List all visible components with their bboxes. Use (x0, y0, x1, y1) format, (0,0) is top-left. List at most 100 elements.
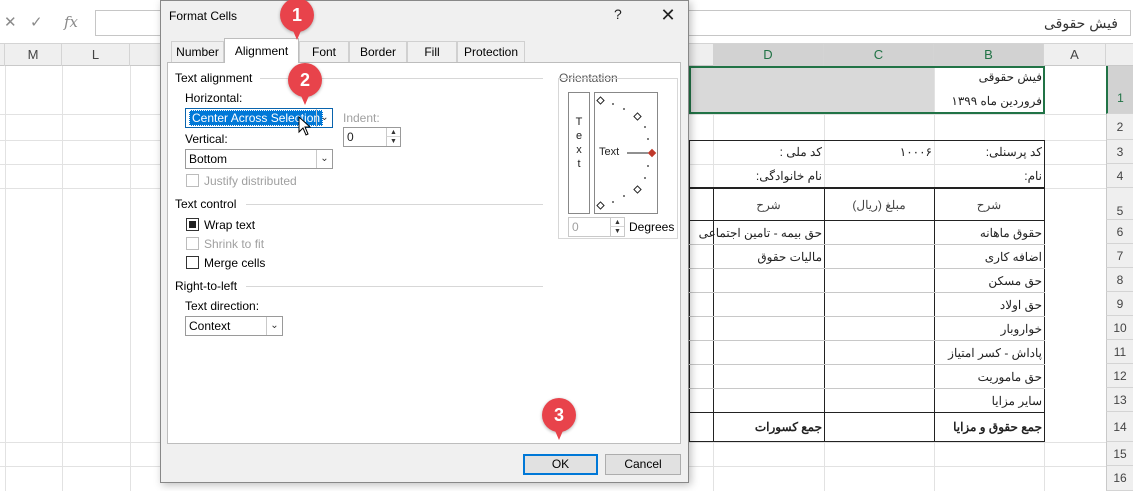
spin-down-icon[interactable]: ▼ (386, 137, 400, 146)
degrees-value: 0 (572, 220, 579, 234)
indent-value: 0 (347, 130, 354, 144)
close-icon[interactable]: ✕ (656, 3, 680, 27)
cell-personnel-code-label: کد پرسنلی: (985, 145, 1042, 159)
row-header-8[interactable]: 8 (1106, 268, 1133, 292)
item-right-1: حقوق ماهانه (979, 226, 1042, 240)
column-header-m[interactable]: M (5, 44, 62, 66)
text-direction-select[interactable]: Context ⌄ (185, 316, 283, 336)
row-header-16[interactable]: 16 (1106, 466, 1133, 491)
shrink-to-fit-label: Shrink to fit (204, 237, 265, 251)
indent-spinner[interactable]: 0 ▲ ▼ (343, 127, 401, 147)
row-header-5[interactable]: 5 (1106, 188, 1133, 220)
dial-text: Text (599, 146, 620, 158)
cell-family-label: نام خانوادگی: (755, 169, 822, 183)
vertical-letter: e (575, 130, 583, 142)
alignment-panel: Text alignment Horizontal: Center Across… (167, 62, 681, 444)
column-header-l[interactable]: L (62, 44, 130, 66)
cancel-entry-icon[interactable]: ✕ (4, 13, 17, 31)
mouse-cursor-icon (298, 116, 312, 136)
wrap-text-label: Wrap text (204, 218, 256, 232)
cell-name-label: نام: (1024, 169, 1042, 183)
row-header-2[interactable]: 2 (1106, 114, 1133, 140)
spin-up-icon[interactable]: ▲ (610, 218, 624, 227)
text-direction-value: Context (189, 319, 231, 333)
tab-alignment[interactable]: Alignment (224, 38, 299, 63)
item-right-4: حق اولاد (999, 298, 1042, 312)
row-header-14[interactable]: 14 (1106, 412, 1133, 442)
enter-icon[interactable]: ✓ (30, 13, 43, 31)
vertical-letter: x (576, 144, 582, 156)
degrees-spinner[interactable]: 0 ▲ ▼ (568, 217, 625, 237)
merge-cells-label: Merge cells (204, 256, 266, 270)
item-right-7: حق ماموریت (977, 370, 1042, 384)
item-right-5: خواروبار (1000, 322, 1042, 336)
item-right-8: سایر مزایا (991, 394, 1042, 408)
horizontal-label: Horizontal: (185, 91, 243, 105)
chevron-down-icon: ⌄ (316, 150, 332, 168)
vertical-value: Bottom (189, 152, 228, 166)
row-header-12[interactable]: 12 (1106, 364, 1133, 388)
text-alignment-group-label: Text alignment (175, 71, 253, 85)
tab-border[interactable]: Border (349, 41, 407, 62)
row-header-4[interactable]: 4 (1106, 164, 1133, 188)
step-badge-3: 3 (542, 398, 576, 440)
tab-number[interactable]: Number (171, 41, 224, 62)
text-direction-label: Text direction: (185, 299, 260, 313)
cell-personnel-code-value: ۱۰۰۰۶ (899, 145, 932, 159)
column-header-c[interactable]: C (824, 44, 934, 66)
indent-label: Indent: (343, 111, 380, 125)
row-header-6[interactable]: 6 (1106, 220, 1133, 244)
row-header-9[interactable]: 9 (1106, 292, 1133, 316)
item-right-6: پاداش - کسر امتیاز (948, 346, 1042, 360)
format-cells-dialog: Format Cells ? ✕ Number Alignment Font B… (160, 0, 689, 483)
justify-distributed-checkbox[interactable] (186, 174, 199, 187)
merge-cells-checkbox[interactable] (186, 256, 199, 269)
vertical-select[interactable]: Bottom ⌄ (185, 149, 333, 169)
item-right-2: اضافه کاری (984, 250, 1042, 264)
row-header-11[interactable]: 11 (1106, 340, 1133, 364)
orientation-box: T e x t Text (558, 78, 678, 239)
spin-up-icon[interactable]: ▲ (386, 128, 400, 137)
item-left-2: مالیات حقوق (757, 250, 822, 264)
item-left-1: حق بیمه - تامین اجتماعی (698, 226, 822, 240)
spin-down-icon[interactable]: ▼ (610, 227, 624, 236)
cell-national-code-label: کد ملی : (779, 145, 822, 159)
tab-protection[interactable]: Protection (457, 41, 525, 62)
header-amount: مبلغ (ریال) (852, 198, 906, 212)
row-header-13[interactable]: 13 (1106, 388, 1133, 412)
help-icon[interactable]: ? (614, 6, 622, 22)
cancel-button[interactable]: Cancel (605, 454, 681, 475)
total-deductions: جمع کسورات (754, 420, 822, 434)
fx-icon[interactable]: fx (64, 13, 78, 31)
column-header-b[interactable]: B (934, 44, 1044, 66)
vertical-letter: T (575, 116, 583, 128)
degrees-label: Degrees (629, 220, 675, 234)
item-right-3: حق مسکن (988, 274, 1042, 288)
wrap-text-checkbox[interactable] (186, 218, 199, 231)
step-badge-2: 2 (288, 63, 322, 105)
vertical-text-button[interactable]: T e x t (568, 92, 590, 214)
header-desc-left: شرح (756, 198, 781, 212)
row-header-3[interactable]: 3 (1106, 140, 1133, 164)
vertical-label: Vertical: (185, 132, 228, 146)
justify-distributed-label: Justify distributed (204, 174, 297, 188)
tab-font[interactable]: Font (299, 41, 349, 62)
row-header-1[interactable]: 1 (1106, 66, 1133, 114)
ok-button[interactable]: OK (523, 454, 598, 475)
cell-b1-title: فیش حقوقی (978, 70, 1042, 84)
dialog-title: Format Cells (169, 9, 238, 23)
tab-fill[interactable]: Fill (407, 41, 457, 62)
orientation-dial[interactable]: Text (594, 92, 658, 214)
row-header-15[interactable]: 15 (1106, 442, 1133, 466)
row-header-7[interactable]: 7 (1106, 244, 1133, 268)
vertical-letter: t (577, 158, 581, 170)
shrink-to-fit-checkbox[interactable] (186, 237, 199, 250)
formula-content: فیش حقوقی (1044, 15, 1118, 31)
chevron-down-icon: ⌄ (316, 109, 332, 127)
column-header-d[interactable]: D (713, 44, 824, 66)
row-header-10[interactable]: 10 (1106, 316, 1133, 340)
chevron-down-icon: ⌄ (266, 317, 282, 335)
header-desc-right: شرح (976, 198, 1002, 212)
column-header-a[interactable]: A (1044, 44, 1106, 66)
formula-buttons: ✕ ✓ fx (0, 10, 95, 34)
